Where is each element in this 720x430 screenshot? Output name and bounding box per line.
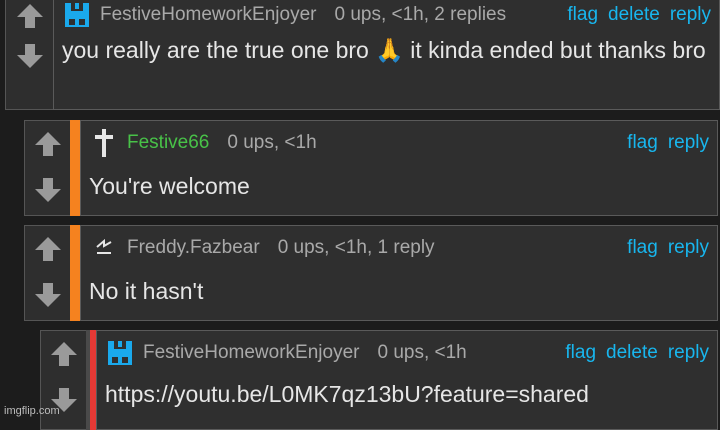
comment-text: No it hasn't xyxy=(89,278,204,304)
reply-link[interactable]: reply xyxy=(668,342,709,364)
reply-depth-stripe xyxy=(70,120,80,216)
comment-1: FestiveHomeworkEnjoyer 0 ups, <1h, 2 rep… xyxy=(5,0,720,110)
flag-link[interactable]: flag xyxy=(627,132,658,154)
delete-link[interactable]: delete xyxy=(606,342,658,364)
arrow-up-icon xyxy=(35,132,61,156)
downvote-button[interactable] xyxy=(32,175,64,205)
comment-box: FestiveHomeworkEnjoyer 0 ups, <1h, 2 rep… xyxy=(53,0,720,110)
comment-text[interactable]: https://youtu.be/L0MK7qz13bU?feature=sha… xyxy=(105,379,707,409)
vote-column xyxy=(5,0,53,110)
arrow-down-icon xyxy=(17,44,43,68)
comment-4: FestiveHomeworkEnjoyer 0 ups, <1h flag d… xyxy=(40,330,720,430)
cross-icon[interactable] xyxy=(89,129,119,157)
username-link[interactable]: Festive66 xyxy=(127,132,209,154)
arrow-up-icon xyxy=(51,342,77,366)
upvote-button[interactable] xyxy=(32,234,64,264)
comment-text: you really are the true one bro 🙏 it kin… xyxy=(62,37,706,63)
arrow-up-icon xyxy=(35,237,61,261)
flag-link[interactable]: flag xyxy=(565,342,596,364)
comment-stats: 0 ups, <1h xyxy=(227,132,317,153)
blue-pixel-icon[interactable] xyxy=(105,339,135,367)
comment-meta: Freddy.Fazbear 0 ups, <1h, 1 reply flag … xyxy=(89,234,709,262)
delete-link[interactable]: delete xyxy=(608,4,660,26)
arrow-down-icon xyxy=(35,283,61,307)
comment-meta: FestiveHomeworkEnjoyer 0 ups, <1h, 2 rep… xyxy=(62,1,711,29)
upvote-button[interactable] xyxy=(32,129,64,159)
blue-pixel-icon[interactable] xyxy=(62,1,92,29)
comment-stats: 0 ups, <1h, 2 replies xyxy=(334,4,507,25)
comment-meta: FestiveHomeworkEnjoyer 0 ups, <1h flag d… xyxy=(105,339,709,367)
comment-meta: Festive66 0 ups, <1h flag reply xyxy=(89,129,709,157)
reply-link[interactable]: reply xyxy=(670,4,711,26)
downvote-button[interactable] xyxy=(32,280,64,310)
comment-box: Freddy.Fazbear 0 ups, <1h, 1 reply flag … xyxy=(80,225,718,321)
username-link[interactable]: Freddy.Fazbear xyxy=(127,237,260,259)
upvote-button[interactable] xyxy=(14,1,46,31)
flag-link[interactable]: flag xyxy=(567,4,598,26)
comment-box: Festive66 0 ups, <1h flag reply You're w… xyxy=(80,120,718,216)
comment-2: Festive66 0 ups, <1h flag reply You're w… xyxy=(24,120,718,216)
upvote-button[interactable] xyxy=(48,339,80,369)
vote-column xyxy=(24,225,70,321)
username-link[interactable]: FestiveHomeworkEnjoyer xyxy=(100,4,316,26)
reply-depth-stripe xyxy=(70,225,80,321)
arrow-up-icon xyxy=(17,4,43,28)
flag-link[interactable]: flag xyxy=(627,237,658,259)
downvote-button[interactable] xyxy=(14,41,46,71)
reply-link[interactable]: reply xyxy=(668,132,709,154)
comment-box: FestiveHomeworkEnjoyer 0 ups, <1h flag d… xyxy=(96,330,718,430)
comment-stats: 0 ups, <1h xyxy=(377,342,467,363)
comment-text: You're welcome xyxy=(89,173,250,199)
username-link[interactable]: FestiveHomeworkEnjoyer xyxy=(143,342,359,364)
comment-3: Freddy.Fazbear 0 ups, <1h, 1 reply flag … xyxy=(24,225,718,321)
lightning-icon[interactable] xyxy=(89,234,119,262)
comment-stats: 0 ups, <1h, 1 reply xyxy=(277,237,435,258)
watermark: imgflip.com xyxy=(4,405,60,417)
reply-link[interactable]: reply xyxy=(668,237,709,259)
arrow-down-icon xyxy=(35,178,61,202)
vote-column xyxy=(24,120,70,216)
